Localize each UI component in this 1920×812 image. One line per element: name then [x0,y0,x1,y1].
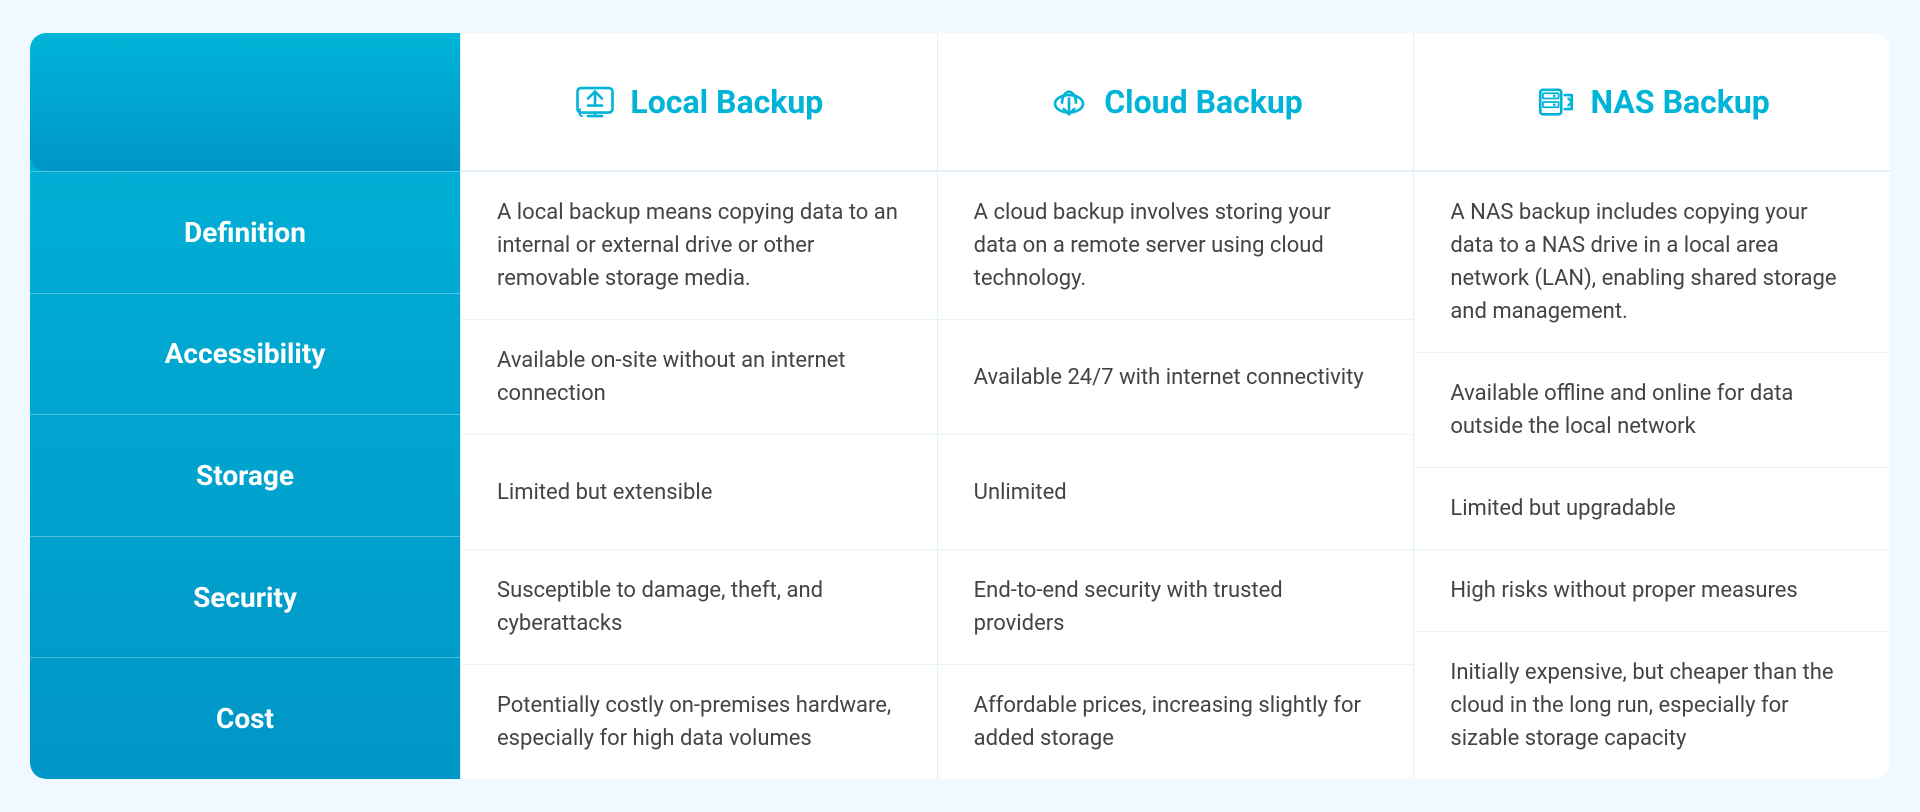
accessibility-label: Accessibility [30,293,460,415]
cloud-backup-title: Cloud Backup [1104,83,1303,121]
nas-security-cell: High risks without proper measures [1414,549,1890,631]
nas-storage-cell: Limited but upgradable [1414,467,1890,549]
security-label: Security [30,536,460,658]
local-backup-header: Local Backup [461,33,937,171]
cloud-accessibility-cell: Available 24/7 with internet connectivit… [938,319,1414,434]
cloud-storage-cell: Unlimited [938,434,1414,549]
storage-label: Storage [30,414,460,536]
cost-label: Cost [30,657,460,779]
nas-backup-title: NAS Backup [1591,83,1770,121]
local-storage-cell: Limited but extensible [461,434,937,549]
comparison-table: Definition Accessibility Storage Securit… [30,33,1890,779]
local-security-cell: Susceptible to damage, theft, and cybera… [461,549,937,664]
nas-definition-cell: A NAS backup includes copying your data … [1414,171,1890,352]
definition-label: Definition [30,171,460,293]
nas-accessibility-cell: Available offline and online for data ou… [1414,352,1890,467]
labels-column: Definition Accessibility Storage Securit… [30,33,460,779]
local-cost-cell: Potentially costly on-premises hardware,… [461,664,937,779]
cloud-backup-header: Cloud Backup [938,33,1414,171]
cloud-cost-cell: Affordable prices, increasing slightly f… [938,664,1414,779]
nas-cost-cell: Initially expensive, but cheaper than th… [1414,631,1890,779]
local-backup-column: Local Backup A local backup means copyin… [460,33,937,779]
cloud-definition-cell: A cloud backup involves storing your dat… [938,171,1414,319]
cloud-backup-icon [1048,81,1090,123]
nas-backup-header: NAS Backup [1414,33,1890,171]
local-accessibility-cell: Available on-site without an internet co… [461,319,937,434]
nas-backup-column: NAS Backup A NAS backup includes copying… [1413,33,1890,779]
cloud-security-cell: End-to-end security with trusted provide… [938,549,1414,664]
cloud-backup-column: Cloud Backup A cloud backup involves sto… [937,33,1414,779]
labels-header [30,33,460,171]
local-backup-icon [574,81,616,123]
local-backup-title: Local Backup [630,83,823,121]
local-definition-cell: A local backup means copying data to an … [461,171,937,319]
nas-backup-icon [1535,81,1577,123]
